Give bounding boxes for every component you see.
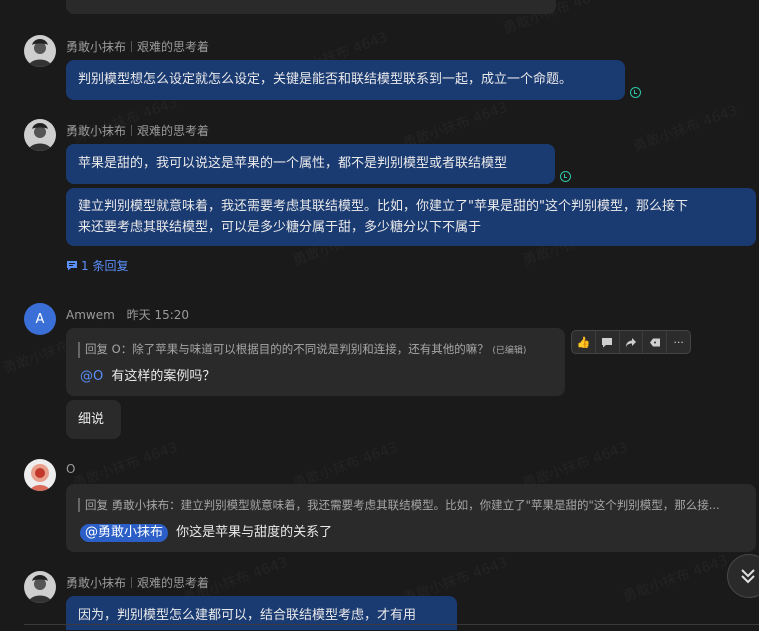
author-name[interactable]: 勇敢小抹布 (66, 576, 126, 590)
reply-quote[interactable]: 回复 勇敢小抹布：建立判别模型就意味着，我还需要考虑其联结模型。比如，你建立了"… (78, 498, 749, 512)
message-header: 勇敢小抹布 艰难的思考着 (66, 38, 209, 55)
message-content: @勇敢小抹布 你这是苹果与甜度的关系了 (80, 522, 332, 543)
forward-icon[interactable] (620, 331, 644, 353)
message-bubble: 细说 (66, 400, 121, 439)
message-time: 昨天 15:20 (126, 308, 190, 322)
message-text: 苹果是甜的，我可以说这是苹果的一个属性，都不是判别模型或者联结模型 (78, 156, 508, 171)
message-bubble: 苹果是甜的，我可以说这是苹果的一个属性，都不是判别模型或者联结模型 (66, 144, 555, 184)
quote-text: 回复 O：除了苹果与味道可以根据目的的不同说是判别和连接，还有其他的嘛？ (85, 342, 489, 356)
watermark: 勇敢小抹布 4643 (70, 92, 180, 148)
read-check-icon (560, 171, 571, 182)
reply-quote[interactable]: 回复 O：除了苹果与味道可以根据目的的不同说是判别和连接，还有其他的嘛？ (已编… (78, 342, 557, 358)
message-text: 你这是苹果与甜度的关系了 (176, 525, 333, 540)
comment-icon (67, 261, 77, 271)
user-status: 艰难的思考着 (137, 576, 210, 590)
message-content: @O 有这样的案例吗？ (80, 366, 215, 387)
watermark: 勇敢小抹布 4643 (620, 550, 730, 606)
author-name[interactable]: 勇敢小抹布 (66, 40, 126, 54)
message-text-line: 来还要考虑其联结模型，可以是多少糖分属于甜，多少糖分以下不属于 (78, 220, 482, 235)
user-status: 艰难的思考着 (137, 124, 210, 138)
message-header: O (66, 462, 75, 476)
mention[interactable]: @O (80, 369, 103, 384)
comment-icon[interactable] (596, 331, 620, 353)
author-name[interactable]: Amwem (66, 308, 115, 322)
more-icon[interactable]: ··· (667, 331, 690, 353)
message-text-line: 建立判别模型就意味着，我还需要考虑其联结模型。比如，你建立了"苹果是甜的"这个判… (78, 199, 688, 214)
thread-replies-link[interactable]: 1 条回复 (66, 257, 128, 274)
message-text: 因为，判别模型怎么建都可以，结合联结模型考虑，才有用 (78, 608, 417, 623)
message-text: 有这样的案例吗？ (111, 369, 216, 384)
avatar[interactable] (24, 571, 56, 603)
message-bubble: 回复 O：除了苹果与味道可以根据目的的不同说是判别和连接，还有其他的嘛？ (已编… (66, 328, 565, 396)
edited-label: (已编辑) (492, 346, 527, 356)
message-bubble: 回复 勇敢小抹布：建立判别模型就意味着，我还需要考虑其联结模型。比如，你建立了"… (66, 484, 756, 552)
message-actions-toolbar: 👍 ··· (571, 330, 691, 354)
scroll-to-bottom-button[interactable] (727, 554, 759, 598)
replies-count: 1 条回复 (81, 259, 129, 273)
read-check-icon (630, 87, 641, 98)
quote-text: 回复 勇敢小抹布：建立判别模型就意味着，我还需要考虑其联结模型。比如，你建立了"… (85, 498, 720, 512)
avatar[interactable] (24, 35, 56, 67)
double-chevron-down-icon (741, 569, 755, 584)
message-header: Amwem 昨天 15:20 (66, 306, 189, 323)
avatar-letter: A (35, 311, 45, 327)
avatar[interactable] (24, 459, 56, 491)
watermark: 勇敢小抹布 4643 (630, 100, 740, 156)
message-header: 勇敢小抹布 艰难的思考着 (66, 574, 209, 591)
tag-icon[interactable] (643, 331, 668, 353)
message-text: 判别模型想怎么设定就怎么设定，关键是能否和联结模型联系到一起，成立一个命题。 (78, 72, 573, 87)
message-header: 勇敢小抹布 艰难的思考着 (66, 122, 209, 139)
message-bubble: 判别模型想怎么设定就怎么设定，关键是能否和联结模型联系到一起，成立一个命题。 (66, 60, 625, 100)
avatar[interactable]: A (24, 303, 56, 335)
mention-chip[interactable]: @勇敢小抹布 (80, 524, 169, 542)
message-text: 细说 (78, 412, 105, 427)
message-bubble: 建立判别模型就意味着，我还需要考虑其联结模型。比如，你建立了"苹果是甜的"这个判… (66, 188, 756, 246)
avatar[interactable] (24, 119, 56, 151)
user-status: 艰难的思考着 (137, 40, 210, 54)
thumbs-up-icon[interactable]: 👍 (572, 331, 596, 353)
author-name[interactable]: 勇敢小抹布 (66, 124, 126, 138)
author-name[interactable]: O (66, 462, 75, 476)
message-bubble-partial (66, 0, 556, 14)
